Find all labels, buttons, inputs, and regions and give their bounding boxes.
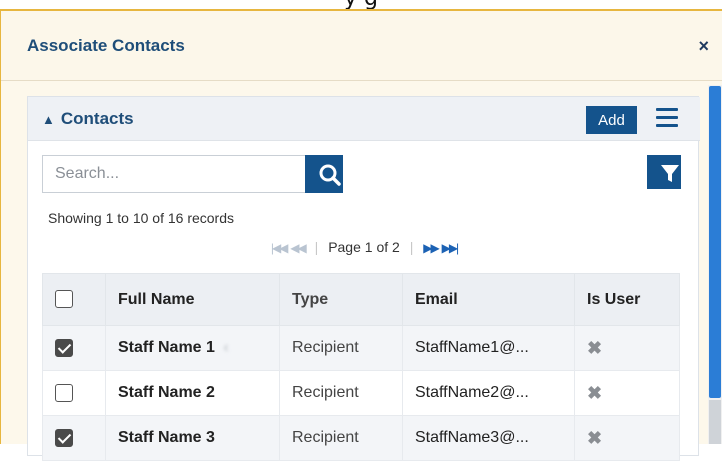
page-indicator: Page 1 of 2 xyxy=(328,239,400,255)
row-checkbox[interactable] xyxy=(55,428,73,447)
table-row[interactable]: Staff Name 1 ‹ Recipient StaffName1@... … xyxy=(42,325,680,371)
modal-header: Associate Contacts × xyxy=(1,11,722,81)
cell-full-name: Staff Name 1 xyxy=(118,339,215,356)
modal-title: Associate Contacts xyxy=(27,36,185,55)
x-mark-icon: ✖ xyxy=(587,337,603,358)
x-mark-icon: ✖ xyxy=(587,427,603,448)
search-input[interactable] xyxy=(43,156,305,192)
cell-type: Recipient xyxy=(279,415,403,461)
scrollbar-thumb[interactable] xyxy=(709,86,721,398)
column-header-email[interactable]: Email xyxy=(402,273,575,326)
hamburger-menu-icon[interactable] xyxy=(656,108,680,130)
scrollbar-lower-track[interactable] xyxy=(709,400,721,444)
cell-full-name: Staff Name 3 xyxy=(118,429,215,446)
cell-email: StaffName3@... xyxy=(415,429,529,446)
cell-email: StaffName1@... xyxy=(415,339,529,356)
column-header-type[interactable]: Type xyxy=(279,273,403,326)
close-icon[interactable]: × xyxy=(698,37,709,55)
add-button[interactable]: Add xyxy=(586,106,637,134)
filter-button[interactable] xyxy=(647,155,681,189)
associate-contacts-modal: Associate Contacts × ▲ Contacts Add Showi… xyxy=(0,9,722,461)
cell-email: StaffName2@... xyxy=(415,384,529,401)
contacts-panel: ▲ Contacts Add Showing 1 to 10 of 16 reco… xyxy=(27,96,700,461)
table-row[interactable]: Staff Name 2 Recipient StaffName2@... ✖ xyxy=(42,370,680,416)
table-header-row: Full Name Type Email Is User xyxy=(42,273,680,326)
records-count: Showing 1 to 10 of 16 records xyxy=(48,210,235,226)
column-header-is-user[interactable]: Is User xyxy=(574,273,680,326)
panel-title[interactable]: ▲ Contacts xyxy=(42,109,134,129)
first-page-icon: |◀◀ xyxy=(270,241,289,255)
row-checkbox[interactable] xyxy=(55,338,73,357)
x-mark-icon: ✖ xyxy=(587,382,603,403)
prev-page-icon: ◀◀ xyxy=(290,241,307,255)
panel-header[interactable]: ▲ Contacts Add xyxy=(28,97,700,141)
column-header-full-name[interactable]: Full Name xyxy=(105,273,280,326)
caret-up-icon: ▲ xyxy=(42,112,55,127)
select-all-checkbox[interactable] xyxy=(55,290,73,309)
contacts-table: Full Name Type Email Is User Staff Name … xyxy=(42,273,680,461)
cell-type: Recipient xyxy=(279,325,403,371)
cell-type: Recipient xyxy=(279,370,403,416)
select-all-cell xyxy=(42,273,106,326)
search-button[interactable] xyxy=(305,155,343,193)
table-row[interactable]: Staff Name 3 Recipient StaffName3@... ✖ xyxy=(42,415,680,461)
pagination: |◀◀ ◀◀ | Page 1 of 2 | ▶▶ ▶▶| xyxy=(270,239,460,255)
last-page-icon[interactable]: ▶▶| xyxy=(442,241,460,255)
next-page-icon[interactable]: ▶▶ xyxy=(423,241,440,255)
cell-full-name: Staff Name 2 xyxy=(118,384,215,401)
search-box xyxy=(42,155,308,193)
panel-title-label: Contacts xyxy=(60,109,134,128)
row-checkbox[interactable] xyxy=(55,383,73,402)
filter-icon xyxy=(661,165,679,182)
search-icon xyxy=(319,164,341,186)
